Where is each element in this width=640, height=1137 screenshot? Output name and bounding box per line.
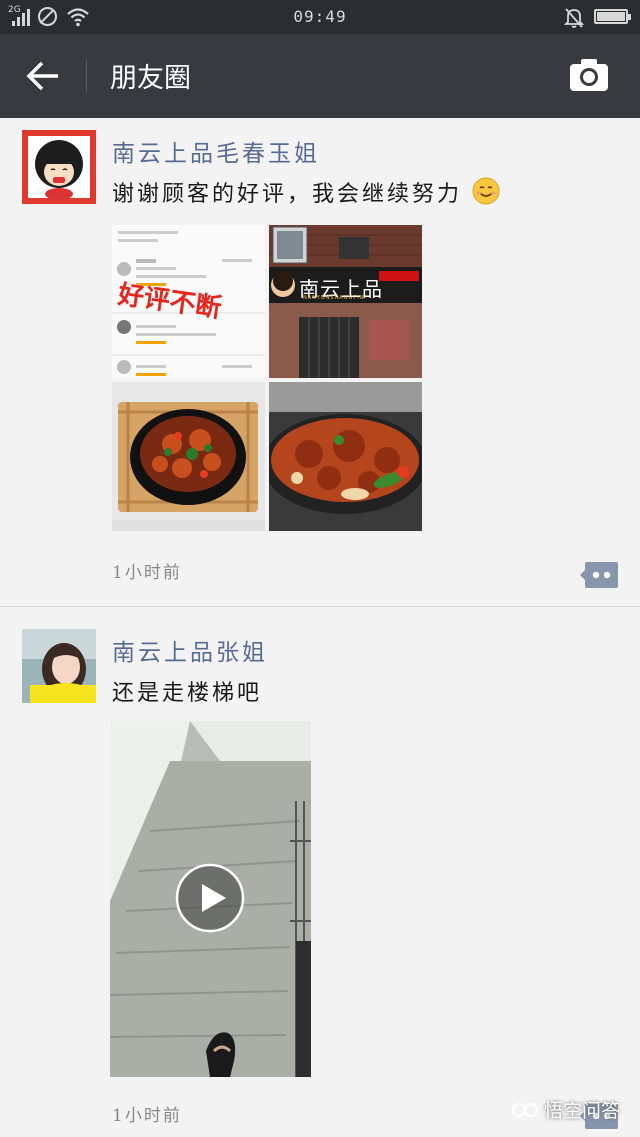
play-icon[interactable] [175, 863, 245, 933]
wukong-logo-icon [512, 1102, 538, 1117]
image-food-dish-2[interactable] [269, 382, 422, 531]
battery-icon [594, 9, 631, 24]
post-text: 谢谢顾客的好评，我会继续努力 [112, 176, 500, 208]
status-bar: 2G 09:49 [0, 0, 640, 34]
clock: 09:49 [293, 7, 347, 26]
image-food-dish-1[interactable] [112, 382, 265, 531]
avatar[interactable] [22, 130, 96, 204]
arrow-left-icon[interactable] [24, 58, 64, 94]
page-title: 朋友圈 [110, 63, 191, 94]
moment-post: 南云上品张姐 还是走楼梯吧 1小时前 [0, 607, 640, 1137]
post-text-content: 谢谢顾客的好评，我会继续努力 [112, 182, 463, 207]
avatar[interactable] [22, 629, 96, 703]
nav-bar: 朋友圈 [0, 34, 640, 118]
comment-dots-icon[interactable] [580, 562, 618, 588]
watermark: 悟空问答 [510, 1096, 620, 1123]
smile-emoji [472, 177, 500, 205]
moment-post: 南云上品毛春玉姐 谢谢顾客的好评，我会继续努力 好评不断 南云上品 NANYUN… [0, 118, 640, 606]
author-name[interactable]: 南云上品毛春玉姐 [112, 134, 320, 168]
bell-muted-icon [563, 8, 585, 28]
nav-divider [86, 60, 87, 92]
watermark-text: 悟空问答 [544, 1100, 621, 1122]
shop-sign-subtext: NANYUNSHANGPIN [303, 295, 365, 301]
camera-icon[interactable] [568, 56, 610, 94]
image-storefront[interactable]: 南云上品 NANYUNSHANGPIN [269, 225, 422, 378]
image-review-screenshot[interactable]: 好评不断 [112, 225, 265, 378]
video-thumbnail[interactable] [110, 721, 311, 1077]
author-name[interactable]: 南云上品张姐 [112, 633, 268, 667]
post-time: 1小时前 [112, 563, 182, 583]
post-text: 还是走楼梯吧 [112, 681, 263, 706]
post-time: 1小时前 [112, 1106, 182, 1126]
